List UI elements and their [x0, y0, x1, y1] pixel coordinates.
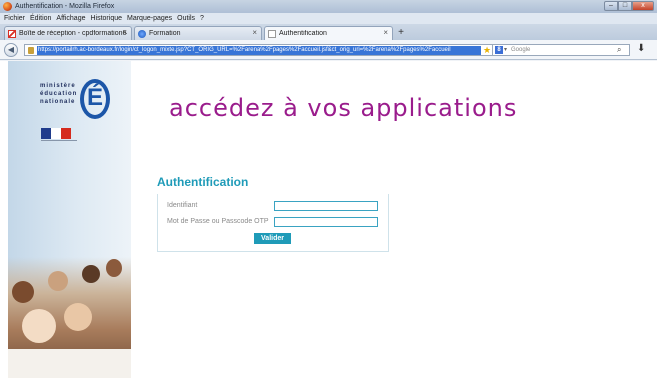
maximize-button[interactable]: □ [618, 1, 632, 11]
ministry-line-2: éducation [40, 91, 78, 97]
page-banner: accédez à vos applications [169, 94, 518, 122]
firefox-icon [3, 2, 12, 11]
tab-authentification-label: Authentification [279, 30, 327, 37]
identifiant-label: Identifiant [167, 202, 198, 209]
child-head-3 [82, 265, 100, 283]
tab-bar: Boîte de réception - cpdformation64... ×… [0, 24, 657, 40]
new-tab-button[interactable]: + [395, 27, 407, 39]
republic-caption-rule [41, 140, 77, 144]
tab-authentification[interactable]: Authentification × [264, 26, 393, 40]
ministry-line-1: ministère [40, 83, 76, 89]
page-icon [268, 29, 276, 38]
search-input[interactable]: Google [511, 46, 530, 55]
identifiant-field[interactable] [274, 201, 378, 211]
url-text[interactable]: https://portailrh.ac-bordeaux.fr/login/c… [37, 46, 481, 55]
child-head-6 [64, 303, 92, 331]
child-head-4 [106, 259, 122, 277]
window-controls: – □ x [604, 1, 654, 11]
auth-title: Authentification [157, 175, 249, 189]
tab-inbox-close-icon[interactable]: × [122, 28, 127, 37]
title-bar: Authentification - Mozilla Firefox – □ x [0, 0, 657, 13]
gmail-icon [8, 29, 16, 38]
flag-white [51, 128, 61, 139]
page-content: ministère éducation nationale É accédez … [0, 61, 657, 378]
tab-inbox-label: Boîte de réception - cpdformation64... [19, 30, 127, 37]
tab-formation-close-icon[interactable]: × [252, 28, 257, 37]
lock-icon [28, 47, 34, 54]
menu-outils[interactable]: Outils [177, 13, 195, 24]
search-bar[interactable]: 8 ▾ Google ⌕ [492, 44, 630, 56]
menu-marque-pages[interactable]: Marque-pages [127, 13, 172, 24]
url-bar[interactable]: https://portailrh.ac-bordeaux.fr/login/c… [24, 44, 504, 56]
login-form: Identifiant Mot de Passe ou Passcode OTP… [157, 194, 389, 252]
navigation-bar: ◀ https://portailrh.ac-bordeaux.fr/login… [0, 40, 657, 60]
menu-fichier[interactable]: Fichier [4, 13, 25, 24]
window-title: Authentification - Mozilla Firefox [15, 3, 115, 10]
menu-historique[interactable]: Historique [90, 13, 122, 24]
flag-red [61, 128, 71, 139]
close-window-button[interactable]: x [632, 1, 654, 11]
password-label: Mot de Passe ou Passcode OTP [167, 218, 269, 225]
minimize-button[interactable]: – [604, 1, 618, 11]
children-photo [8, 257, 131, 378]
formation-icon [138, 29, 146, 38]
ministry-logo: ministère éducation nationale É [40, 75, 110, 125]
tab-inbox[interactable]: Boîte de réception - cpdformation64... × [4, 26, 132, 40]
menu-bar: Fichier Édition Affichage Historique Mar… [0, 13, 657, 24]
desk-surface [8, 349, 131, 378]
download-icon[interactable]: ⬇ [637, 43, 645, 54]
sidebar: ministère éducation nationale É [8, 61, 131, 378]
flag-blue [41, 128, 51, 139]
logo-e-mark: É [80, 79, 110, 119]
ministry-line-3: nationale [40, 99, 76, 105]
tab-formation[interactable]: Formation × [134, 26, 262, 40]
republic-flag-icon [41, 128, 71, 139]
menu-affichage[interactable]: Affichage [56, 13, 85, 24]
child-head-1 [12, 281, 34, 303]
child-head-5 [22, 309, 56, 343]
search-engine-icon[interactable]: 8 [495, 46, 503, 54]
browser-window: Authentification - Mozilla Firefox – □ x… [0, 0, 657, 378]
password-field[interactable] [274, 217, 378, 227]
menu-edition[interactable]: Édition [30, 13, 51, 24]
bookmark-star-icon[interactable]: ★ [483, 45, 491, 56]
search-icon[interactable]: ⌕ [617, 45, 621, 55]
search-engine-dropdown-icon[interactable]: ▾ [504, 46, 507, 55]
child-head-2 [48, 271, 68, 291]
valider-button[interactable]: Valider [254, 233, 291, 244]
menu-help[interactable]: ? [200, 13, 204, 24]
back-button[interactable]: ◀ [4, 43, 18, 57]
tab-formation-label: Formation [149, 30, 181, 37]
tab-authentification-close-icon[interactable]: × [383, 28, 388, 37]
